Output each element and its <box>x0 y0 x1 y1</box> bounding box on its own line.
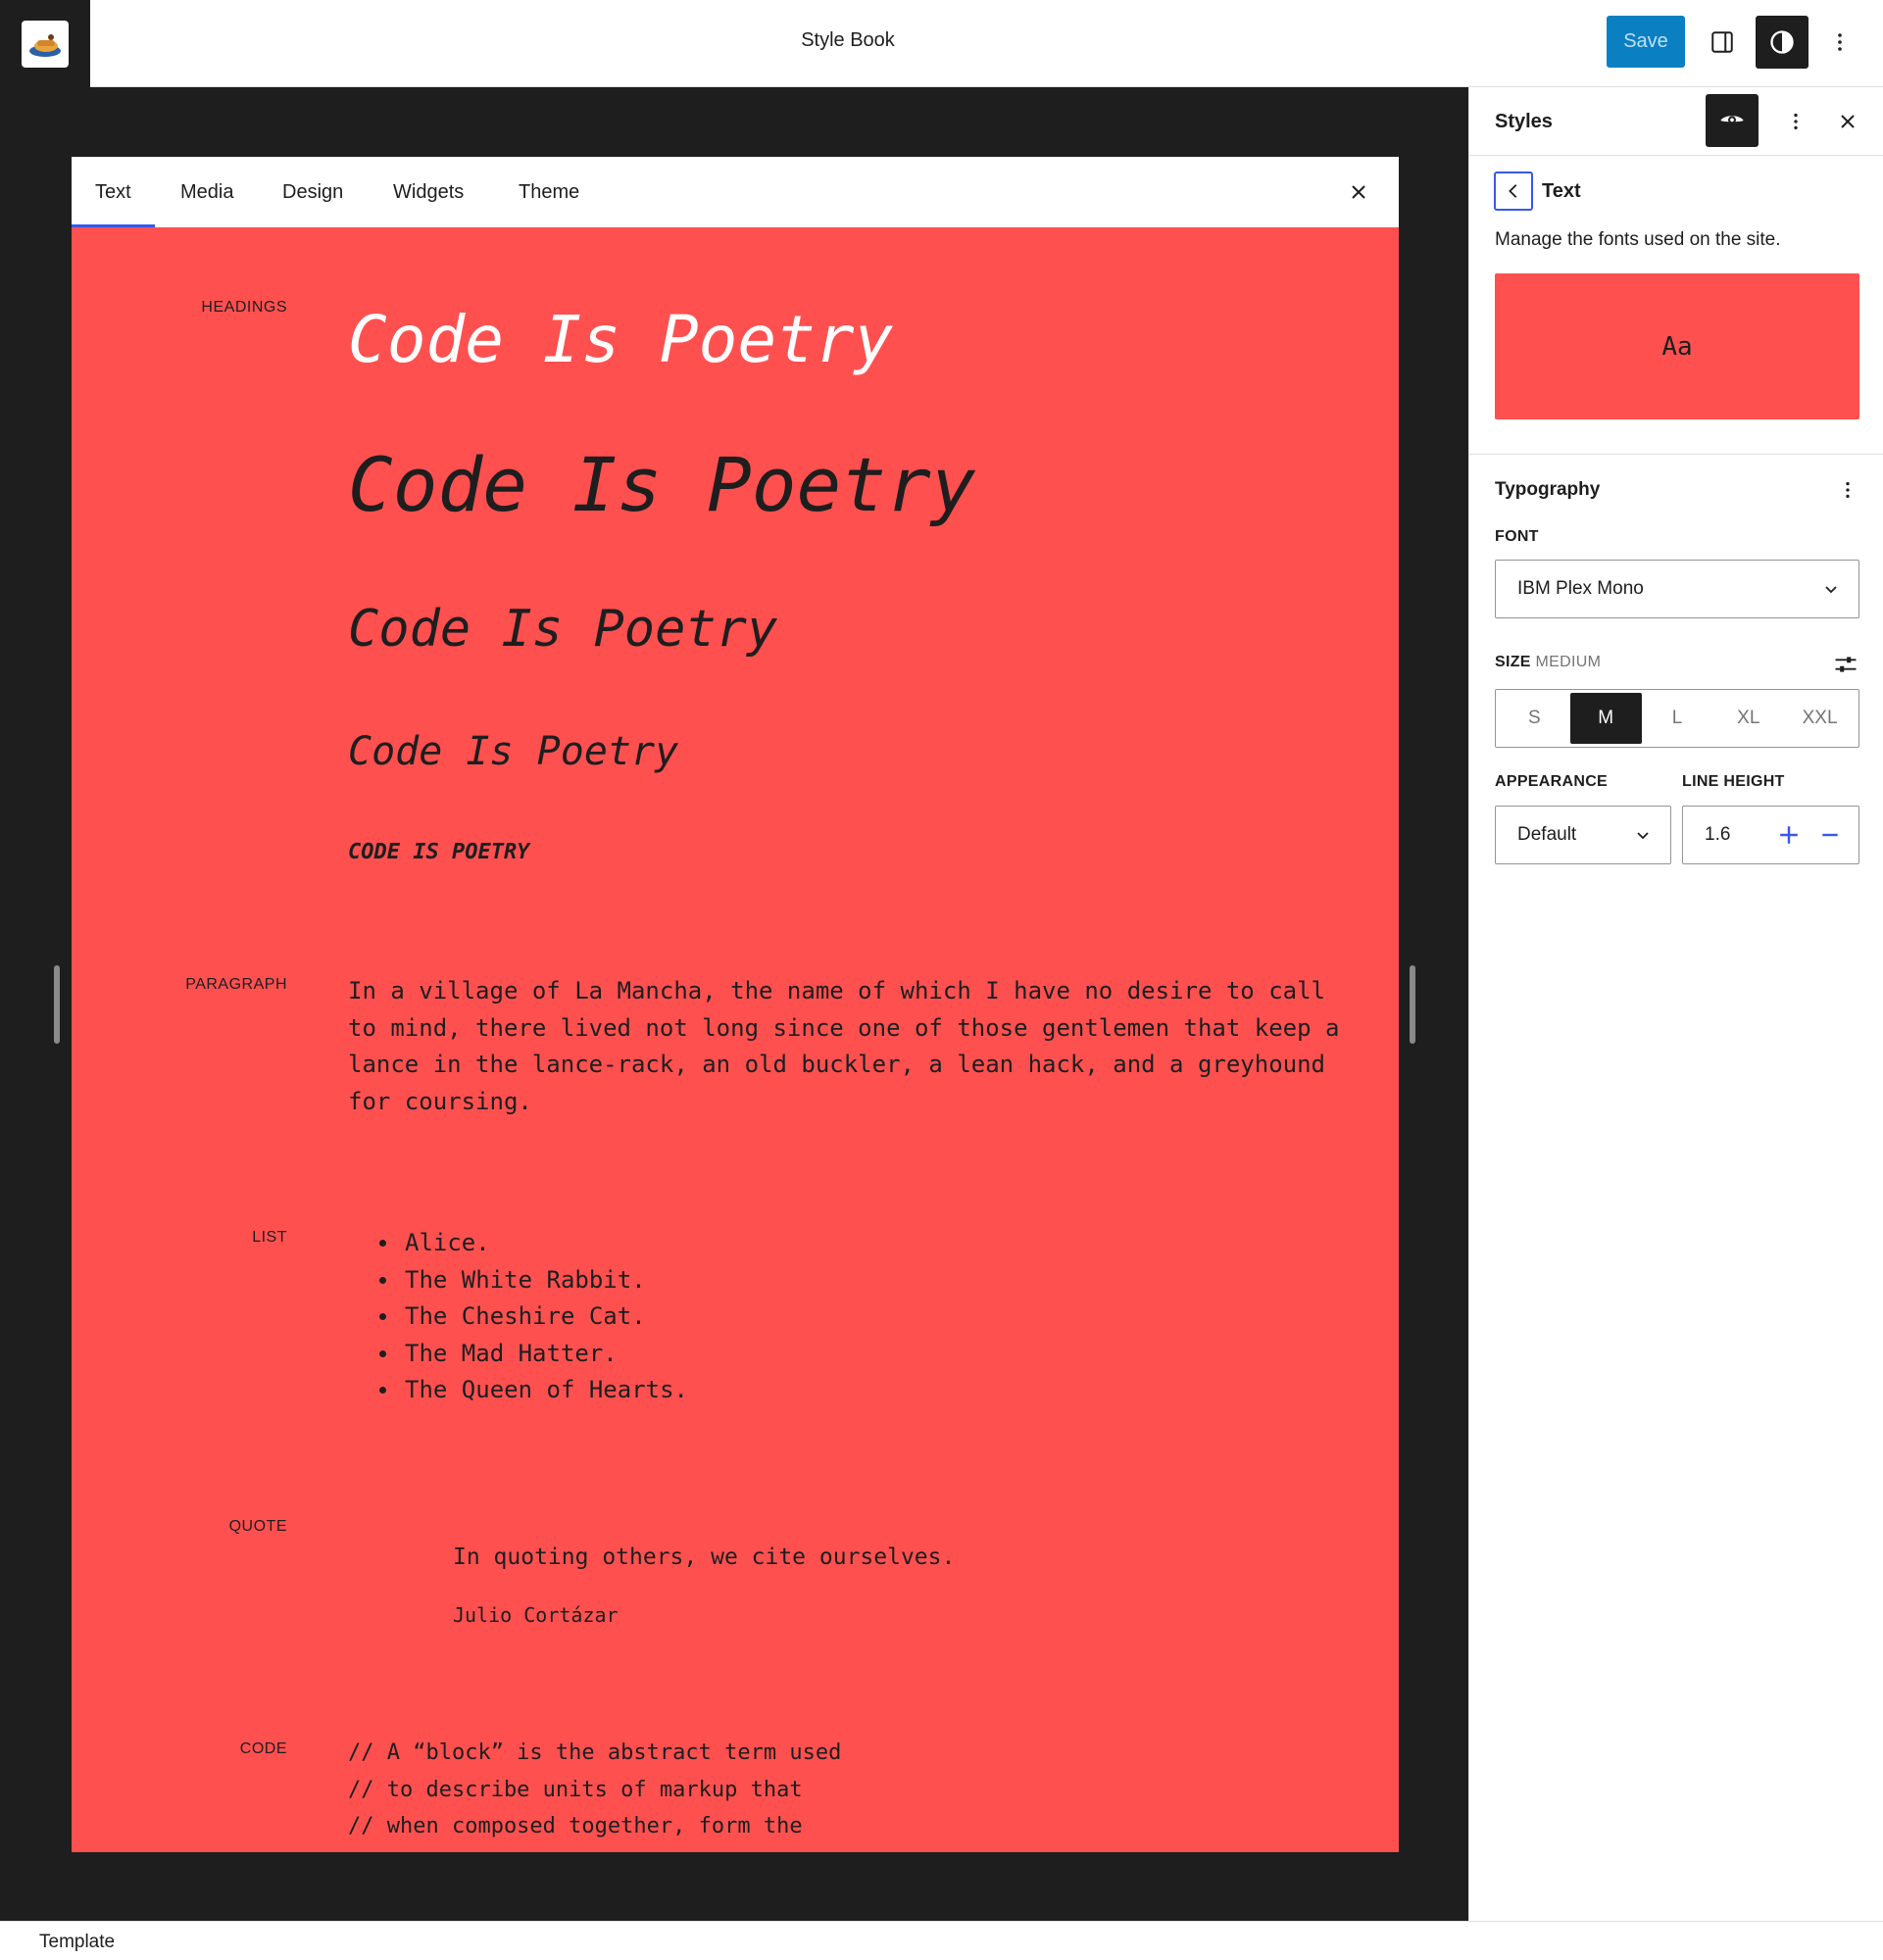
minus-icon[interactable] <box>1815 820 1845 850</box>
list-item: The Queen of Hearts. <box>348 1372 688 1409</box>
editor-canvas: Text Media Design Widgets Theme HEADINGS… <box>0 87 1468 1921</box>
quote-citation: Julio Cortázar <box>453 1603 619 1627</box>
save-button[interactable]: Save <box>1607 16 1685 68</box>
typography-preview: Aa <box>1495 273 1859 419</box>
size-label-text: SIZE <box>1495 654 1531 670</box>
sidebar-title: Styles <box>1495 111 1553 132</box>
sidebar-toggle-icon[interactable] <box>1696 16 1749 69</box>
font-size-toggle-group: S M L XL XXL <box>1495 689 1859 748</box>
line-height-label: LINE HEIGHT <box>1682 773 1785 790</box>
size-option-s[interactable]: S <box>1499 693 1570 744</box>
heading-3[interactable]: Code Is Poetry <box>348 600 777 659</box>
typography-heading: Typography <box>1495 479 1601 500</box>
eye-icon[interactable] <box>1706 94 1759 147</box>
list-item: The Cheshire Cat. <box>348 1298 688 1336</box>
size-option-m[interactable]: M <box>1569 693 1642 744</box>
list-item: The Mad Hatter. <box>348 1336 688 1373</box>
size-option-xxl[interactable]: XXL <box>1784 693 1856 744</box>
code-sample[interactable]: // A “block” is the abstract term used /… <box>348 1735 841 1845</box>
tab-media[interactable]: Media <box>157 157 257 227</box>
size-option-l[interactable]: L <box>1642 693 1713 744</box>
more-vertical-icon[interactable] <box>1833 475 1862 505</box>
heading-2[interactable]: Code Is Poetry <box>348 441 976 528</box>
heading-4[interactable]: Code Is Poetry <box>348 729 678 774</box>
paragraph-sample[interactable]: In a village of La Mancha, the name of w… <box>348 973 1348 1120</box>
style-book-tabs: Text Media Design Widgets Theme <box>72 157 1399 227</box>
chevron-down-icon <box>1825 586 1837 594</box>
heading-1[interactable]: Code Is Poetry <box>348 302 893 377</box>
more-vertical-icon[interactable] <box>1780 106 1811 137</box>
resize-handle-right[interactable] <box>1410 965 1415 1044</box>
resize-handle-left[interactable] <box>54 965 60 1044</box>
quote-text[interactable]: In quoting others, we cite ourselves. <box>453 1544 955 1570</box>
divider <box>1469 454 1883 455</box>
sidebar-header: Styles <box>1469 87 1883 156</box>
editor-header: Style Book Save <box>0 0 1883 87</box>
styles-sidebar: Styles Text Manage the fonts used on the… <box>1468 87 1883 1921</box>
font-family-select[interactable]: IBM Plex Mono <box>1495 560 1859 618</box>
custom-size-settings-icon[interactable] <box>1828 647 1863 682</box>
plus-icon[interactable] <box>1774 820 1804 850</box>
chevron-left-icon[interactable] <box>1494 172 1533 211</box>
size-label: SIZE MEDIUM <box>1495 654 1601 671</box>
section-label-quote: QUOTE <box>228 1518 287 1535</box>
tab-design[interactable]: Design <box>259 157 367 227</box>
list-item: The White Rabbit. <box>348 1262 688 1299</box>
panel-description: Manage the fonts used on the site. <box>1495 229 1781 250</box>
section-label-paragraph: PARAGRAPH <box>185 976 287 993</box>
appearance-value: Default <box>1517 824 1577 845</box>
close-icon[interactable] <box>1343 176 1374 208</box>
chevron-down-icon <box>1637 832 1649 840</box>
tab-widgets[interactable]: Widgets <box>370 157 487 227</box>
tab-theme[interactable]: Theme <box>495 157 603 227</box>
list-sample[interactable]: Alice. The White Rabbit. The Cheshire Ca… <box>348 1225 688 1409</box>
tab-text[interactable]: Text <box>72 157 155 227</box>
panel-title: Text <box>1542 180 1581 202</box>
font-label: FONT <box>1495 528 1539 545</box>
appearance-label: APPEARANCE <box>1495 773 1609 790</box>
document-title[interactable]: Style Book <box>0 29 1696 52</box>
section-label-list: LIST <box>252 1229 287 1246</box>
style-book-panel: Text Media Design Widgets Theme HEADINGS… <box>72 157 1399 1852</box>
more-vertical-icon[interactable] <box>1813 16 1866 69</box>
size-value-text: MEDIUM <box>1535 654 1602 670</box>
font-family-value: IBM Plex Mono <box>1517 578 1644 599</box>
styles-contrast-icon[interactable] <box>1756 16 1809 69</box>
section-label-headings: HEADINGS <box>201 299 287 316</box>
status-bar: Template <box>0 1921 1883 1960</box>
list-item: Alice. <box>348 1225 688 1262</box>
appearance-select[interactable]: Default <box>1495 806 1671 864</box>
size-option-xl[interactable]: XL <box>1712 693 1784 744</box>
heading-5[interactable]: CODE IS POETRY <box>348 840 529 864</box>
section-label-code: CODE <box>239 1740 287 1757</box>
close-icon[interactable] <box>1832 106 1863 137</box>
breadcrumb-template[interactable]: Template <box>39 1932 115 1953</box>
line-height-value: 1.6 <box>1705 824 1731 845</box>
line-height-input[interactable]: 1.6 <box>1682 806 1859 864</box>
